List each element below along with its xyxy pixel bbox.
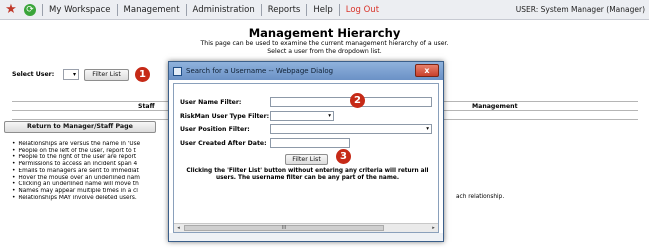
search-username-dialog: Search for a Username -- Webpage Dialog … — [168, 61, 444, 242]
nav-help[interactable]: Help — [313, 5, 332, 15]
current-user-label: USER: System Manager (Manager) — [515, 5, 645, 14]
page-description-line: This page can be used to examine the cur… — [200, 40, 449, 47]
nav-divider — [260, 3, 262, 16]
select-user-label: Select User: — [12, 71, 55, 78]
nav-divider — [185, 3, 187, 16]
created-after-date-label: User Created After Date: — [180, 140, 267, 147]
nav-my-workspace[interactable]: My Workspace — [49, 5, 111, 15]
list-item: Permissions to access an incident span 4 — [12, 161, 172, 168]
select-user-dropdown[interactable]: ▾ — [63, 69, 79, 80]
step-badge-1: 1 — [135, 67, 150, 82]
refresh-icon[interactable]: ⟳ — [24, 3, 36, 16]
user-position-filter-label: User Position Filter: — [180, 126, 250, 133]
username-filter-label: User Name Filter: — [180, 99, 242, 106]
star-icon[interactable]: ★ — [4, 2, 18, 17]
scroll-left-icon[interactable]: ◂ — [174, 224, 183, 232]
nav-log-out[interactable]: Log Out — [346, 5, 379, 15]
page-description-line: Select a user from the dropdown list. — [267, 48, 382, 55]
list-item: Names may appear multiple times in a cl — [12, 188, 172, 195]
scroll-right-icon[interactable]: ▸ — [429, 224, 438, 232]
user-type-filter-label: RiskMan User Type Filter: — [180, 113, 270, 120]
staff-column-header: Staff — [138, 103, 155, 110]
list-item: Relationships MAY involve deleted users. — [12, 195, 172, 202]
top-nav-bar: ★ ⟳ My Workspace Management Administrati… — [0, 0, 649, 20]
scrollbar-thumb[interactable]: III — [184, 225, 384, 231]
dialog-title-bar[interactable]: Search for a Username -- Webpage Dialog … — [169, 62, 443, 80]
close-button[interactable]: x — [415, 64, 439, 77]
filter-list-button[interactable]: Filter List — [84, 69, 129, 81]
nav-management[interactable]: Management — [124, 5, 180, 15]
nav-administration[interactable]: Administration — [193, 5, 255, 15]
user-type-filter-select[interactable]: ▾ — [270, 111, 334, 121]
nav-divider — [42, 3, 43, 16]
list-item: People to the right of the user are repo… — [12, 154, 172, 161]
dialog-body: User Name Filter: RiskMan User Type Filt… — [173, 83, 439, 233]
list-item: Emails to managers are sent to immediat — [12, 168, 172, 175]
dialog-filter-list-button[interactable]: Filter List — [285, 154, 328, 165]
nav-reports[interactable]: Reports — [268, 5, 301, 15]
list-item: Hover the mouse over an underlined nam — [12, 175, 172, 182]
list-item: People on the left of the user, report t… — [12, 148, 172, 155]
list-item: Relationships are versus the name in 'Us… — [12, 141, 172, 148]
page-description: This page can be used to examine the cur… — [0, 40, 649, 56]
dialog-status-bar — [169, 233, 443, 241]
nav-divider — [338, 3, 340, 16]
return-to-manager-staff-button[interactable]: Return to Manager/Staff Page — [4, 121, 156, 133]
list-item: Clicking an underlined name will move th — [12, 181, 172, 188]
step-badge-2: 2 — [350, 93, 365, 108]
dialog-title: Search for a Username -- Webpage Dialog — [186, 67, 334, 75]
step-badge-3: 3 — [336, 149, 351, 164]
created-after-date-input[interactable] — [270, 138, 350, 148]
notes-overflow-text: ach relationship. — [456, 194, 505, 200]
management-column-header: Management — [472, 103, 518, 110]
nav-divider — [116, 3, 118, 16]
dialog-help-text: Clicking the 'Filter List' button withou… — [186, 168, 429, 182]
window-icon — [173, 66, 182, 76]
page-title: Management Hierarchy — [248, 26, 401, 40]
nav-divider — [306, 3, 308, 16]
notes-list: Relationships are versus the name in 'Us… — [12, 141, 172, 201]
user-position-filter-select[interactable]: ▾ — [270, 124, 432, 134]
horizontal-scrollbar[interactable]: ◂ III ▸ — [174, 223, 438, 232]
